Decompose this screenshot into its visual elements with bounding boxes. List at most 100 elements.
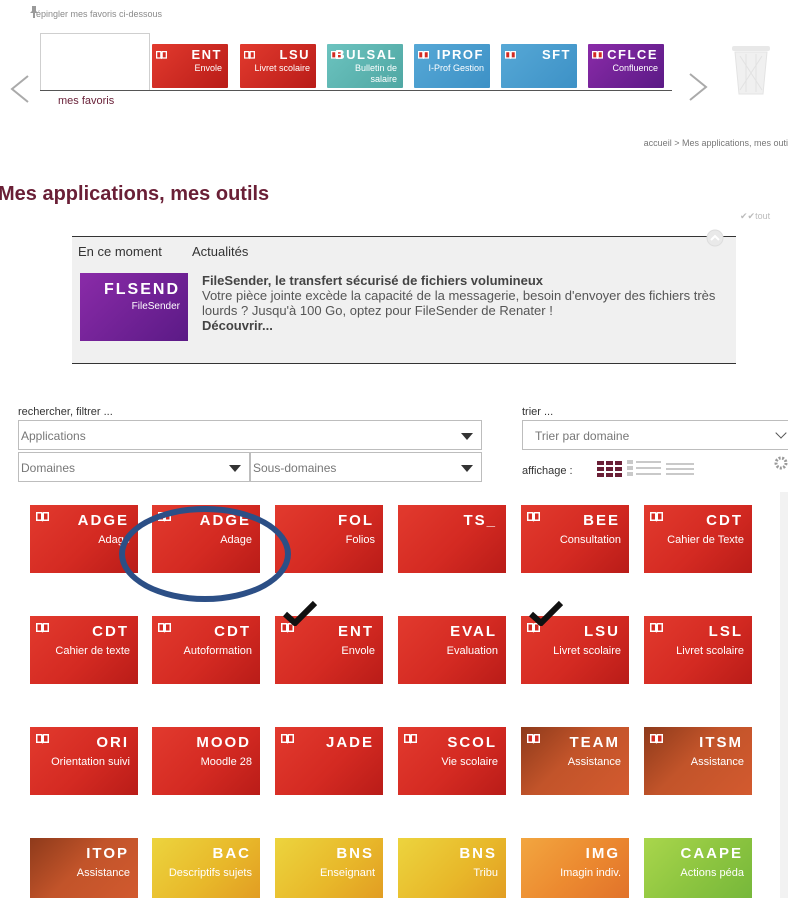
app-tile-bns[interactable]: BNS Tribu xyxy=(398,838,506,898)
favorite-tile-lsu[interactable]: LSU Livret scolaire xyxy=(240,44,316,88)
favorite-subtitle: Confluence xyxy=(612,63,658,73)
favorite-tile-ent[interactable]: ENT Envole xyxy=(152,44,228,88)
app-tile-jade[interactable]: JADE xyxy=(275,727,383,795)
app-tile-bee[interactable]: BEE Consultation xyxy=(521,505,629,573)
favorites-label: mes favoris xyxy=(58,95,115,107)
double-check-icon: ✔✔ xyxy=(740,211,756,221)
page-title: Mes applications, mes outils xyxy=(0,183,270,205)
app-code: FOL xyxy=(338,512,374,529)
app-subtitle: Livret scolaire xyxy=(676,645,744,657)
app-subtitle: Autoformation xyxy=(183,645,252,657)
favorites-empty-slot xyxy=(40,33,150,91)
app-subtitle: Descriptifs sujets xyxy=(168,867,252,879)
app-tile-img[interactable]: IMG Imagin indiv. xyxy=(521,838,629,898)
pin-favorites-hint: épingler mes favoris ci-dessous xyxy=(36,9,163,19)
subdomains-select[interactable]: Sous-domaines xyxy=(250,452,482,482)
app-tile-fol[interactable]: FOL Folios xyxy=(275,505,383,573)
app-code: CDT xyxy=(92,623,129,640)
news-body: Votre pièce jointe excède la capacité de… xyxy=(202,288,716,318)
favorites-divider xyxy=(40,90,672,91)
dropdown-arrow-icon xyxy=(229,465,241,472)
book-icon xyxy=(650,509,663,522)
sort-select[interactable]: Trier par domaine xyxy=(522,420,788,450)
app-tile-ts[interactable]: TS_ xyxy=(398,505,506,573)
app-code: LSU xyxy=(584,623,620,640)
favorite-code: IPROF xyxy=(436,47,484,62)
sort-label: trier ... xyxy=(522,406,554,418)
news-content: FileSender, le transfert sécurisé de fic… xyxy=(202,273,732,333)
applications-select[interactable]: Applications xyxy=(18,420,482,450)
app-subtitle: Enseignant xyxy=(319,867,375,879)
app-subtitle: Assistance xyxy=(690,756,744,768)
app-tile-eval[interactable]: EVAL Evaluation xyxy=(398,616,506,684)
dropdown-arrow-icon xyxy=(461,465,473,472)
app-tile-bac[interactable]: BAC Descriptifs sujets xyxy=(152,838,260,898)
news-discover-link[interactable]: Découvrir... xyxy=(202,318,732,333)
list-view-icon[interactable] xyxy=(627,460,661,476)
book-icon xyxy=(404,731,417,744)
favorite-subtitle: I-Prof Gestion xyxy=(428,63,484,73)
news-panel: En ce moment Actualités FLSEND FileSende… xyxy=(72,229,736,364)
app-subtitle: Folios xyxy=(345,534,375,546)
collapse-icon[interactable] xyxy=(706,229,724,247)
app-subtitle: Livret scolaire xyxy=(553,645,621,657)
applications-select-value: Applications xyxy=(21,429,86,443)
book-icon xyxy=(281,731,294,744)
app-tile-caape[interactable]: CAAPE Actions péda xyxy=(644,838,752,898)
domains-select[interactable]: Domaines xyxy=(18,452,250,482)
grid-view-icon[interactable] xyxy=(597,461,622,477)
app-tile-lsu[interactable]: LSU Livret scolaire xyxy=(521,616,629,684)
select-all-label: tout xyxy=(755,211,771,221)
app-tile-itsm[interactable]: ITSM Assistance xyxy=(644,727,752,795)
book-icon xyxy=(36,620,49,633)
app-tile-mood[interactable]: MOOD Moodle 28 xyxy=(152,727,260,795)
grid-scrollbar[interactable] xyxy=(780,492,788,898)
app-code: BNS xyxy=(336,845,374,862)
favorite-tile-cflce[interactable]: CFLCE Confluence xyxy=(588,44,664,88)
app-tile-flsend[interactable]: FLSEND FileSender xyxy=(80,273,188,341)
app-subtitle: Moodle 28 xyxy=(200,756,252,768)
app-tile-ent[interactable]: ENT Envole xyxy=(275,616,383,684)
app-code: IMG xyxy=(585,845,620,862)
book-icon xyxy=(244,46,255,59)
favorites-next-icon[interactable] xyxy=(686,72,710,102)
app-code: BAC xyxy=(212,845,251,862)
select-all-toggle[interactable]: ✔✔tout xyxy=(740,211,770,222)
app-tile-itop[interactable]: ITOP Assistance xyxy=(30,838,138,898)
app-tile-cdt[interactable]: CDT Cahier de Texte xyxy=(644,505,752,573)
gear-icon[interactable] xyxy=(774,456,788,470)
favorite-code: ENT xyxy=(191,47,222,62)
app-subtitle: Orientation suivi xyxy=(51,756,130,768)
app-subtitle: Vie scolaire xyxy=(441,756,498,768)
favorites-prev-icon[interactable] xyxy=(8,74,32,104)
book-icon xyxy=(650,731,663,744)
app-tile-cdt[interactable]: CDT Cahier de texte xyxy=(30,616,138,684)
compact-view-icon[interactable] xyxy=(666,460,694,476)
app-tile-ori[interactable]: ORI Orientation suivi xyxy=(30,727,138,795)
favorite-tile-sft[interactable]: SFT xyxy=(501,44,577,88)
app-tile-scol[interactable]: SCOL Vie scolaire xyxy=(398,727,506,795)
tab-en-ce-moment[interactable]: En ce moment xyxy=(78,244,162,259)
favorite-tile-iprof[interactable]: IPROF I-Prof Gestion xyxy=(414,44,490,88)
favorite-subtitle: Envole xyxy=(194,63,222,73)
trash-icon[interactable] xyxy=(728,40,774,96)
app-tile-lsl[interactable]: LSL Livret scolaire xyxy=(644,616,752,684)
app-code: CDT xyxy=(214,623,251,640)
breadcrumb[interactable]: accueil > Mes applications, mes outi xyxy=(644,138,788,148)
favorite-code: SFT xyxy=(541,47,571,62)
app-tile-cdt[interactable]: CDT Autoformation xyxy=(152,616,260,684)
book-icon xyxy=(36,509,49,522)
favorite-code: CFLCE xyxy=(607,47,658,62)
book-icon xyxy=(36,731,49,744)
app-code: JADE xyxy=(325,734,374,751)
app-subtitle: Tribu xyxy=(473,867,498,879)
book-icon xyxy=(418,46,429,59)
app-tile-bns[interactable]: BNS Enseignant xyxy=(275,838,383,898)
dropdown-arrow-icon xyxy=(461,433,473,440)
book-icon xyxy=(156,46,167,59)
app-tile-team[interactable]: TEAM Assistance xyxy=(521,727,629,795)
app-code: EVAL xyxy=(450,623,497,640)
app-code: ITOP xyxy=(86,845,129,862)
tab-actualites[interactable]: Actualités xyxy=(192,244,248,259)
favorite-tile-bulsal[interactable]: BULSAL Bulletin de salaire xyxy=(327,44,403,88)
